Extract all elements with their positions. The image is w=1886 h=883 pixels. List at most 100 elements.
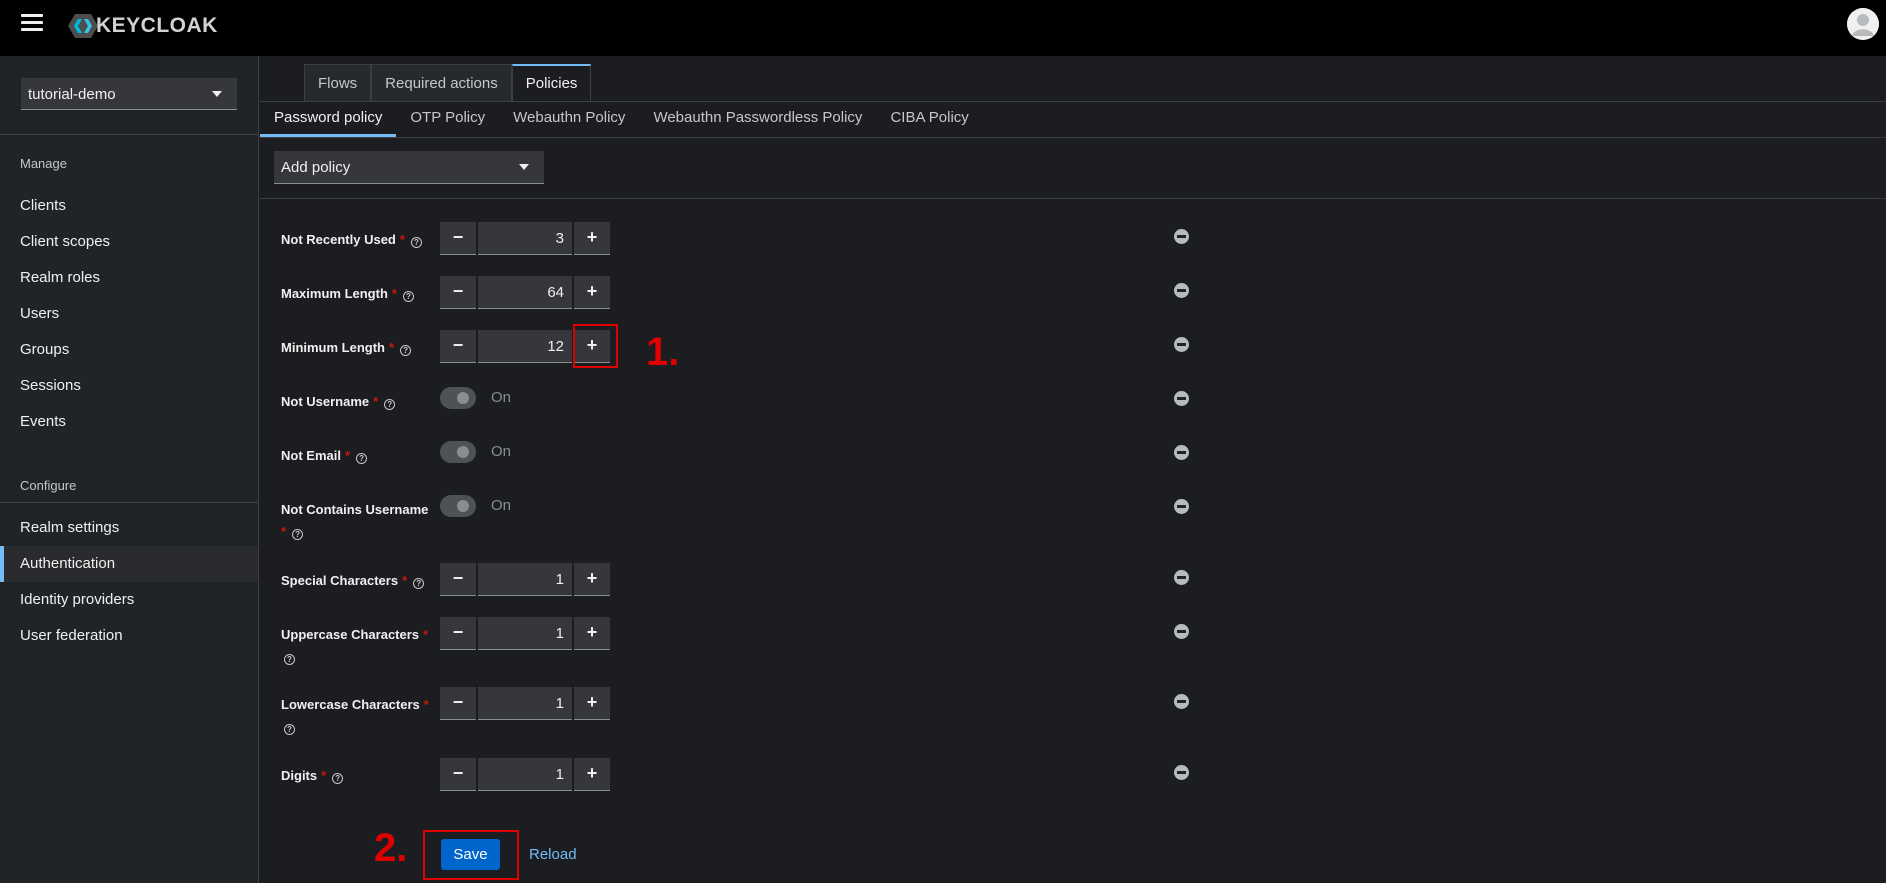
required-marker: * bbox=[391, 286, 397, 301]
remove-policy-icon[interactable] bbox=[1174, 499, 1189, 514]
sidebar-item-authentication[interactable]: Authentication bbox=[0, 546, 258, 582]
policy-label-text: Not Recently Used bbox=[281, 232, 396, 247]
remove-policy-icon[interactable] bbox=[1174, 391, 1189, 406]
policy-label-text: Uppercase Characters bbox=[281, 627, 420, 642]
reload-link[interactable]: Reload bbox=[529, 846, 577, 863]
subtab-divider bbox=[260, 137, 1886, 138]
policy-label-text: Maximum Length bbox=[281, 286, 388, 301]
help-icon[interactable]: ? bbox=[400, 345, 412, 356]
help-icon[interactable]: ? bbox=[356, 453, 368, 464]
remove-policy-icon[interactable] bbox=[1174, 283, 1189, 298]
remove-policy-icon[interactable] bbox=[1174, 229, 1189, 244]
annotation-highlight-box bbox=[573, 324, 618, 368]
remove-policy-icon[interactable] bbox=[1174, 445, 1189, 460]
toggle-switch[interactable] bbox=[440, 495, 476, 517]
subtab-bar: Password policy OTP Policy Webauthn Poli… bbox=[260, 102, 983, 137]
user-avatar[interactable] bbox=[1847, 8, 1879, 40]
policy-label-text: Special Characters bbox=[281, 573, 399, 588]
required-marker: * bbox=[373, 394, 379, 409]
help-icon[interactable]: ? bbox=[284, 724, 295, 735]
increment-button[interactable]: + bbox=[574, 563, 610, 596]
number-input[interactable]: 1 bbox=[478, 617, 572, 650]
sidebar-item-realm-roles[interactable]: Realm roles bbox=[0, 260, 258, 296]
nav-section-configure: Configure bbox=[20, 478, 77, 493]
policy-label-text: Not Email bbox=[281, 448, 341, 463]
policy-label: Not Contains Username *? bbox=[281, 499, 431, 543]
sidebar-item-user-federation[interactable]: User federation bbox=[0, 618, 258, 654]
number-input[interactable]: 1 bbox=[478, 687, 572, 720]
sidebar-item-client-scopes[interactable]: Client scopes bbox=[0, 224, 258, 260]
sidebar-item-users[interactable]: Users bbox=[0, 296, 258, 332]
help-icon[interactable]: ? bbox=[292, 529, 304, 540]
subtab-ciba-policy[interactable]: CIBA Policy bbox=[876, 102, 982, 137]
subtab-webauthn-policy[interactable]: Webauthn Policy bbox=[499, 102, 639, 137]
subtab-password-policy[interactable]: Password policy bbox=[260, 102, 397, 137]
remove-policy-icon[interactable] bbox=[1174, 337, 1189, 352]
help-icon[interactable]: ? bbox=[384, 399, 396, 410]
number-stepper: − 1 + bbox=[440, 687, 610, 720]
hamburger-menu-icon[interactable] bbox=[21, 14, 43, 32]
realm-selector[interactable]: tutorial-demo bbox=[21, 78, 237, 110]
tab-required-actions[interactable]: Required actions bbox=[371, 64, 512, 101]
tab-policies[interactable]: Policies bbox=[511, 64, 592, 101]
policy-label-text: Not Contains Username bbox=[281, 502, 429, 517]
switch-knob bbox=[457, 446, 469, 458]
policy-label-text: Digits bbox=[281, 768, 318, 783]
subtab-otp-policy[interactable]: OTP Policy bbox=[396, 102, 499, 137]
annotation-step-2: 2. bbox=[374, 826, 408, 870]
sidebar-item-groups[interactable]: Groups bbox=[0, 332, 258, 368]
annotation-step-1: 1. bbox=[646, 330, 680, 374]
decrement-button[interactable]: − bbox=[440, 563, 476, 596]
policy-label: Lowercase Characters *? bbox=[281, 694, 431, 738]
help-icon[interactable]: ? bbox=[402, 291, 414, 302]
switch-knob bbox=[457, 500, 469, 512]
tab-bar: Flows Required actions Policies bbox=[304, 64, 592, 101]
sidebar-item-identity-providers[interactable]: Identity providers bbox=[0, 582, 258, 618]
increment-button[interactable]: + bbox=[574, 617, 610, 650]
number-input[interactable]: 1 bbox=[478, 563, 572, 596]
policy-label: Uppercase Characters *? bbox=[281, 624, 431, 668]
number-input[interactable]: 3 bbox=[478, 222, 572, 255]
sidebar-item-clients[interactable]: Clients bbox=[0, 188, 258, 224]
help-icon[interactable]: ? bbox=[284, 654, 295, 665]
toggle-switch[interactable] bbox=[440, 441, 476, 463]
number-input[interactable]: 12 bbox=[478, 330, 572, 363]
help-icon[interactable]: ? bbox=[410, 237, 422, 248]
sidebar-item-events[interactable]: Events bbox=[0, 404, 258, 440]
required-marker: * bbox=[389, 340, 395, 355]
increment-button[interactable]: + bbox=[574, 276, 610, 309]
help-icon[interactable]: ? bbox=[413, 578, 425, 589]
subtab-webauthn-passwordless-policy[interactable]: Webauthn Passwordless Policy bbox=[639, 102, 876, 137]
nav-divider bbox=[0, 502, 259, 503]
increment-button[interactable]: + bbox=[574, 758, 610, 791]
remove-policy-icon[interactable] bbox=[1174, 624, 1189, 639]
increment-button[interactable]: + bbox=[574, 222, 610, 255]
toolbar-divider bbox=[260, 198, 1886, 199]
remove-policy-icon[interactable] bbox=[1174, 694, 1189, 709]
decrement-button[interactable]: − bbox=[440, 276, 476, 309]
remove-policy-icon[interactable] bbox=[1174, 570, 1189, 585]
add-policy-dropdown[interactable]: Add policy bbox=[274, 151, 544, 184]
keycloak-logo[interactable]: KEYCLOAK bbox=[68, 14, 218, 38]
switch-state-label: On bbox=[491, 443, 512, 460]
decrement-button[interactable]: − bbox=[440, 222, 476, 255]
help-icon[interactable]: ? bbox=[332, 773, 344, 784]
toggle-switch[interactable] bbox=[440, 387, 476, 409]
required-marker: * bbox=[281, 524, 287, 539]
remove-policy-icon[interactable] bbox=[1174, 765, 1189, 780]
policy-label: Digits *? bbox=[281, 765, 431, 787]
policy-label: Minimum Length *? bbox=[281, 337, 431, 359]
sidebar-item-sessions[interactable]: Sessions bbox=[0, 368, 258, 404]
number-input[interactable]: 1 bbox=[478, 758, 572, 791]
decrement-button[interactable]: − bbox=[440, 330, 476, 363]
decrement-button[interactable]: − bbox=[440, 758, 476, 791]
required-marker: * bbox=[321, 768, 327, 783]
increment-button[interactable]: + bbox=[574, 687, 610, 720]
number-input[interactable]: 64 bbox=[478, 276, 572, 309]
sidebar-item-realm-settings[interactable]: Realm settings bbox=[0, 510, 258, 546]
policy-label-text: Minimum Length bbox=[281, 340, 385, 355]
caret-down-icon bbox=[212, 91, 222, 97]
decrement-button[interactable]: − bbox=[440, 687, 476, 720]
decrement-button[interactable]: − bbox=[440, 617, 476, 650]
tab-flows[interactable]: Flows bbox=[304, 64, 372, 101]
